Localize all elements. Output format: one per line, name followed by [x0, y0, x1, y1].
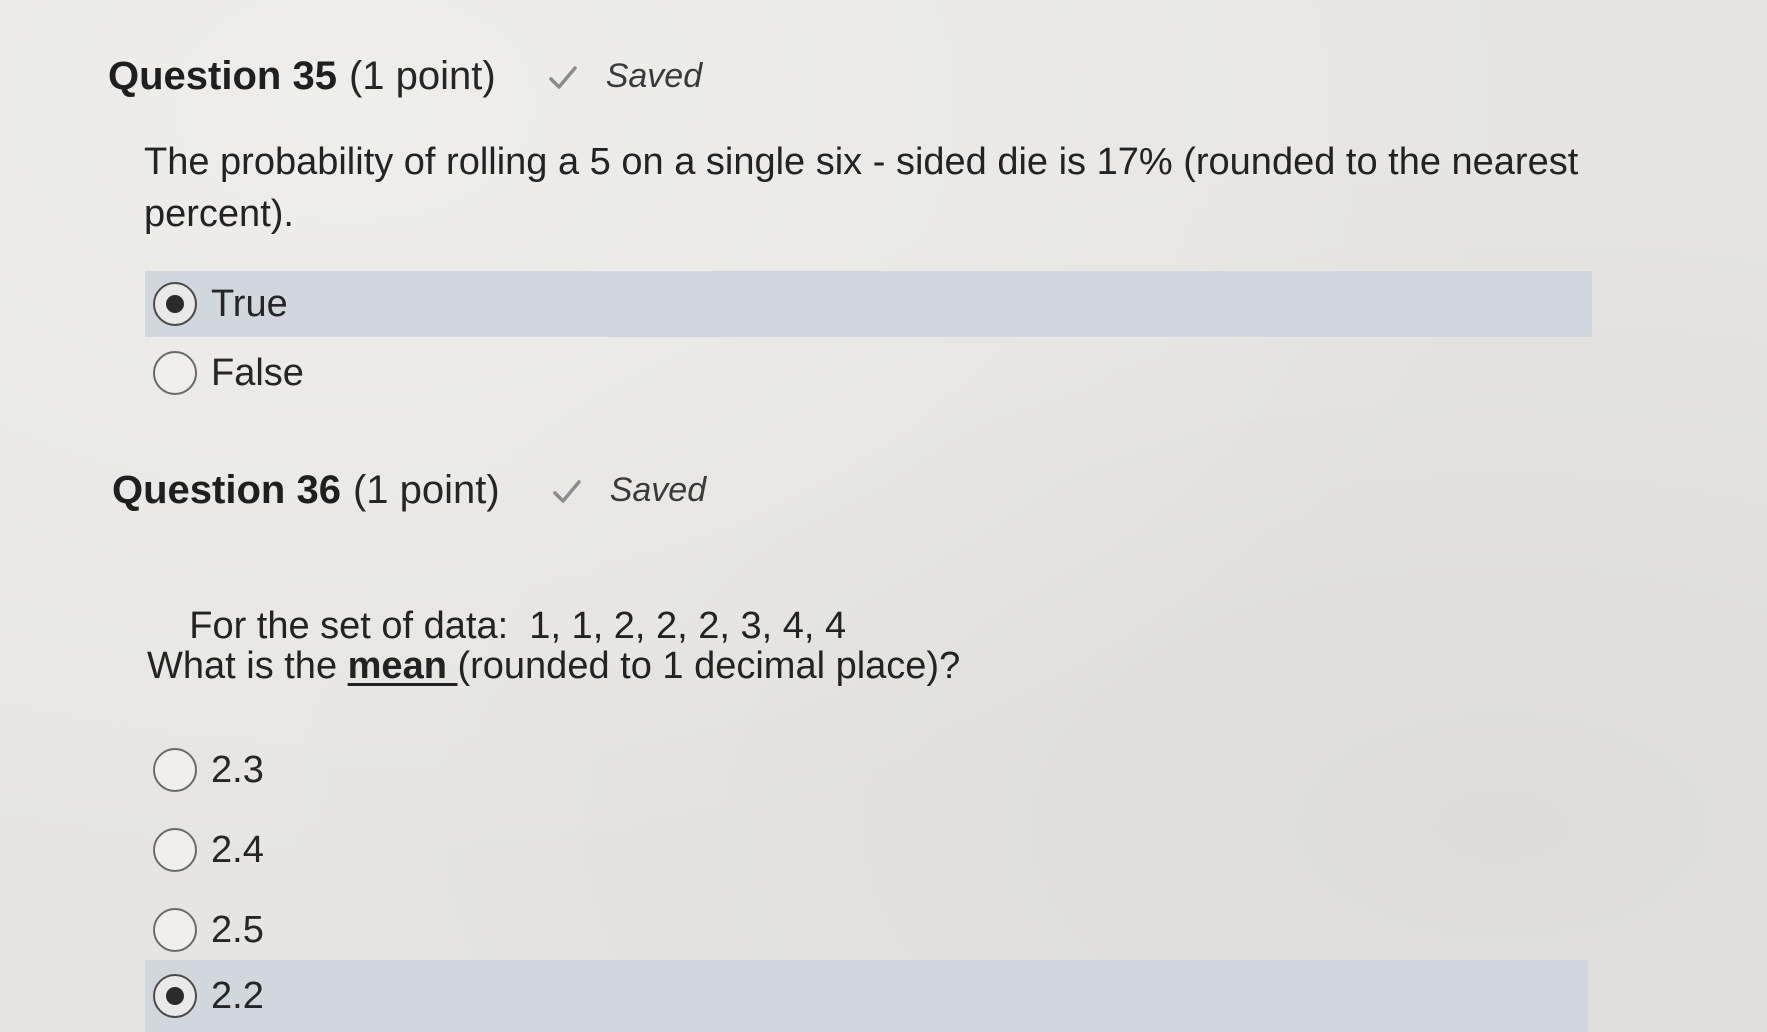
- option-2-2[interactable]: 2.2: [145, 960, 1588, 1032]
- check-icon: [552, 480, 581, 503]
- option-label: 2.4: [211, 828, 264, 871]
- radio-button[interactable]: [153, 748, 197, 792]
- check-icon: [548, 66, 577, 89]
- radio-dot-icon: [166, 987, 184, 1005]
- prompt-prefix: What is the: [147, 645, 348, 687]
- saved-label: Saved: [609, 470, 707, 509]
- option-true[interactable]: True: [145, 271, 1592, 337]
- option-false[interactable]: False: [145, 340, 545, 406]
- question-title: Question 35: [108, 54, 337, 98]
- question-points: (1 point): [352, 468, 500, 512]
- option-label: 2.2: [211, 974, 264, 1017]
- question-title: Question 36: [112, 468, 341, 512]
- radio-dot-icon: [166, 295, 184, 313]
- option-label: 2.3: [211, 748, 264, 791]
- option-label: False: [211, 351, 304, 394]
- option-2-3[interactable]: 2.3: [145, 737, 545, 803]
- question-header: Question 35 (1 point) Saved: [108, 54, 702, 99]
- prompt-suffix: (rounded to 1 decimal place)?: [457, 645, 961, 687]
- saved-label: Saved: [605, 56, 703, 95]
- option-label: 2.5: [211, 908, 264, 951]
- prompt-line: The probability of rolling a 5 on a sing…: [144, 141, 1579, 183]
- radio-button-selected[interactable]: [153, 974, 197, 1018]
- radio-button[interactable]: [153, 351, 197, 395]
- question-points: (1 point): [348, 54, 496, 98]
- saved-status: Saved: [552, 471, 706, 510]
- question-header: Question 36 (1 point) Saved: [112, 468, 706, 513]
- option-label: True: [211, 282, 288, 325]
- saved-status: Saved: [548, 57, 702, 96]
- question-prompt: What is the mean (rounded to 1 decimal p…: [147, 640, 1647, 692]
- option-2-4[interactable]: 2.4: [145, 817, 545, 883]
- radio-button[interactable]: [153, 908, 197, 952]
- prompt-emphasis-mean: mean: [347, 645, 458, 687]
- radio-button-selected[interactable]: [153, 282, 197, 326]
- radio-button[interactable]: [153, 828, 197, 872]
- question-prompt: The probability of rolling a 5 on a sing…: [144, 136, 1644, 240]
- option-2-5[interactable]: 2.5: [145, 897, 545, 963]
- prompt-line: percent).: [144, 193, 294, 235]
